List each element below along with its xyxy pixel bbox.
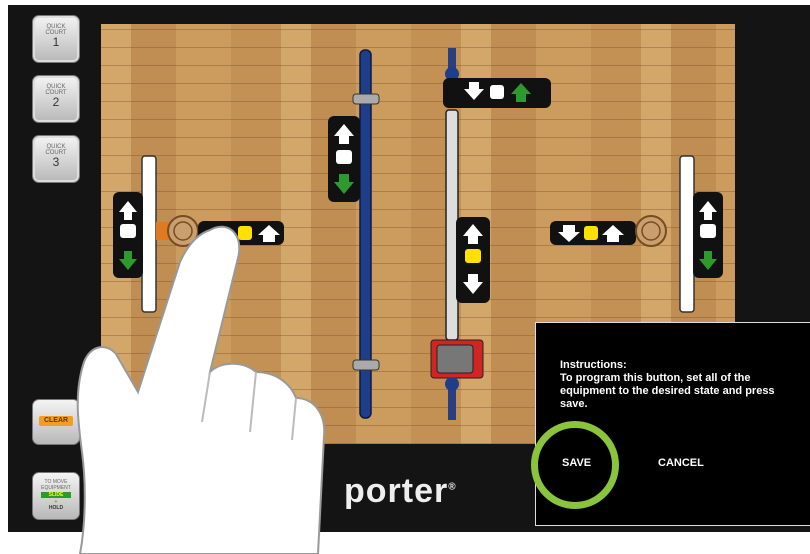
- hand-pointer-icon: [76, 225, 326, 554]
- rail-clamp-bottom: [352, 359, 380, 371]
- instructions-body: To program this button, set all of the e…: [560, 372, 775, 410]
- quick-court-number: 2: [52, 95, 60, 109]
- quick-court-number: 1: [52, 35, 60, 49]
- logo-registered-mark: ®: [448, 481, 457, 493]
- state-square-icon: [336, 150, 352, 164]
- rail-knob: [445, 377, 459, 391]
- quick-court-3-button[interactable]: QUICK COURT 3: [32, 135, 80, 183]
- logo-text: porter: [344, 472, 449, 510]
- quick-court-2-button[interactable]: QUICK COURT 2: [32, 75, 80, 123]
- state-square-icon: [465, 249, 481, 263]
- porter-logo: porter®: [344, 472, 457, 511]
- state-square-icon: [584, 226, 598, 240]
- cancel-button[interactable]: CANCEL: [658, 457, 704, 469]
- winch-motor-body: [436, 344, 474, 374]
- instructions-heading: Instructions:: [560, 359, 627, 371]
- save-highlight-ring: [531, 421, 619, 509]
- state-square-icon: [700, 224, 716, 238]
- rail-clamp-top: [352, 93, 380, 105]
- right-backstop-rail[interactable]: [679, 155, 695, 313]
- quick-court-number: 3: [52, 155, 60, 169]
- instructions-text: Instructions: To program this button, se…: [560, 359, 800, 411]
- quick-court-1-button[interactable]: QUICK COURT 1: [32, 15, 80, 63]
- basket-hoop-icon[interactable]: [635, 215, 667, 247]
- state-square-icon: [490, 85, 504, 99]
